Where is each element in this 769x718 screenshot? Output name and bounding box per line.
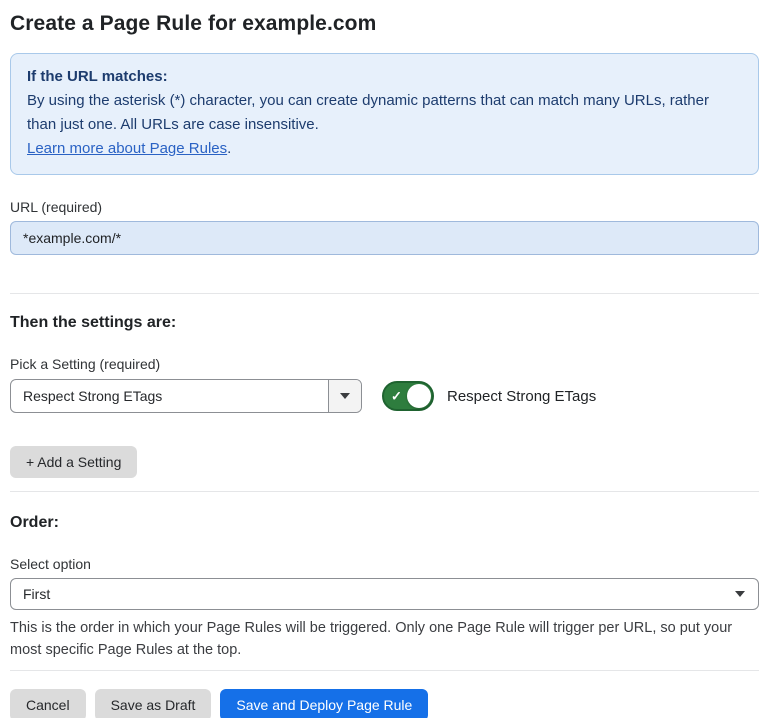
divider [10,491,759,492]
link-suffix: . [227,140,231,157]
divider [10,670,759,671]
cancel-button[interactable]: Cancel [10,689,86,718]
setting-picker-label: Pick a Setting (required) [10,356,759,372]
url-label: URL (required) [10,199,759,215]
toggle-knob [407,384,431,408]
learn-more-link[interactable]: Learn more about Page Rules [27,140,227,157]
info-box-link-line: Learn more about Page Rules. [27,137,742,161]
save-draft-button[interactable]: Save as Draft [95,689,212,718]
caret-down-icon [735,591,745,597]
info-box-body: By using the asterisk (*) character, you… [27,89,742,137]
etags-toggle[interactable]: ✓ [382,381,434,411]
caret-down-icon [340,393,350,399]
order-select-label: Select option [10,556,759,572]
add-setting-button[interactable]: + Add a Setting [10,446,137,478]
url-match-info-box: If the URL matches: By using the asteris… [10,53,759,175]
order-section-heading: Order: [10,514,759,532]
check-icon: ✓ [391,390,402,403]
page-title: Create a Page Rule for example.com [10,12,759,36]
create-page-rule-form: Create a Page Rule for example.com If th… [0,0,769,718]
order-helper-text: This is the order in which your Page Rul… [10,617,759,661]
settings-section-heading: Then the settings are: [10,314,759,332]
order-select[interactable]: First [10,578,759,610]
setting-select[interactable]: Respect Strong ETags [10,379,362,413]
footer-buttons: Cancel Save as Draft Save and Deploy Pag… [10,689,759,718]
setting-row: Respect Strong ETags ✓ Respect Strong ET… [10,379,759,413]
toggle-label: Respect Strong ETags [447,388,596,405]
divider [10,293,759,294]
deploy-button[interactable]: Save and Deploy Page Rule [220,689,428,718]
info-box-heading: If the URL matches: [27,65,742,89]
order-select-value: First [11,586,735,602]
url-input[interactable] [10,221,759,255]
setting-select-value: Respect Strong ETags [11,388,328,404]
setting-select-arrow-button[interactable] [328,380,361,412]
